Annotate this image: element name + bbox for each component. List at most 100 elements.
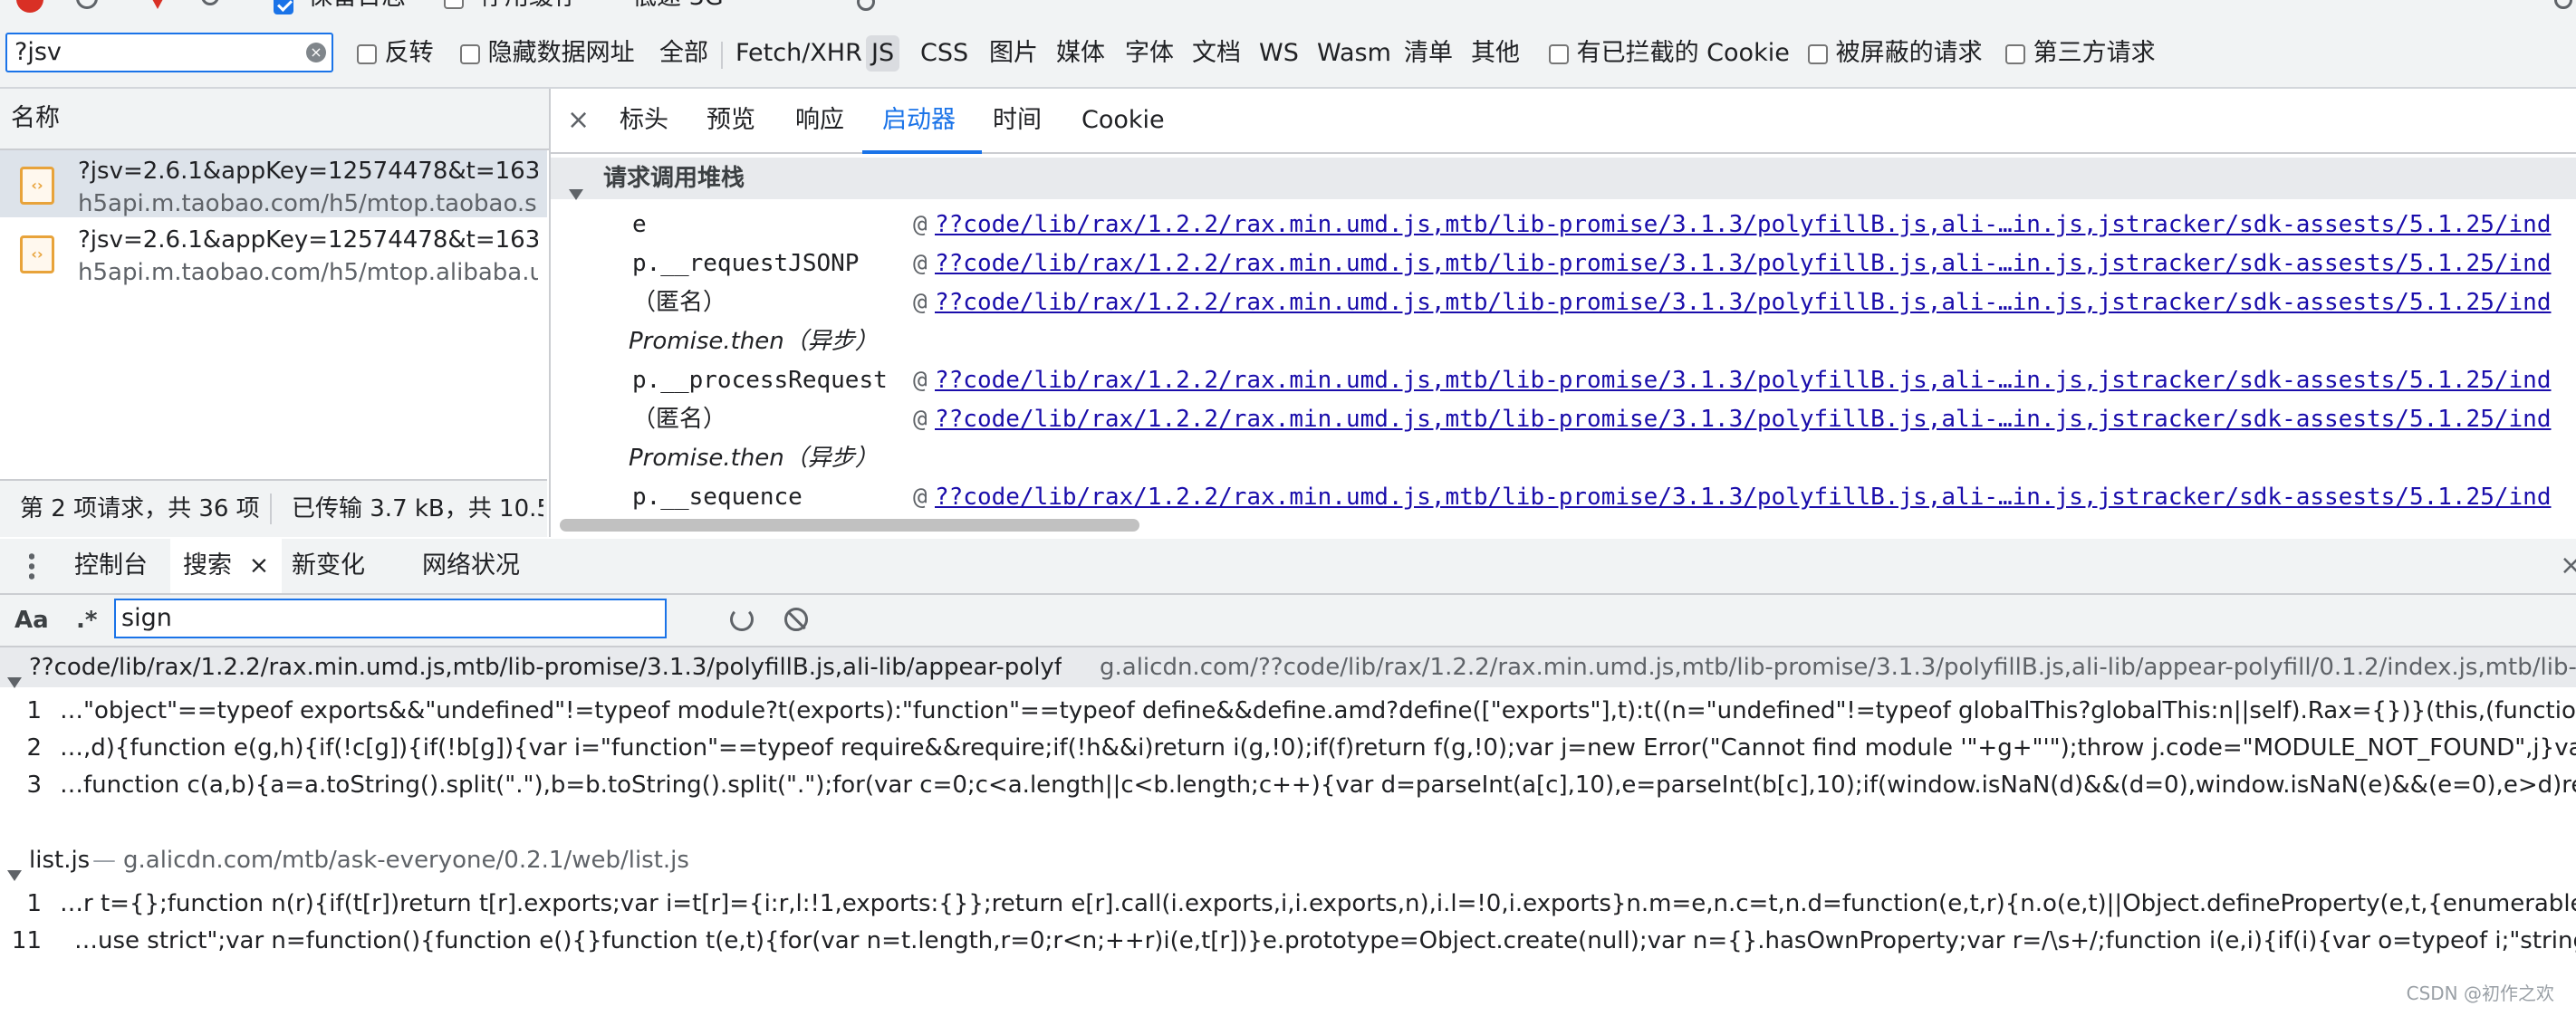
- throttle-select[interactable]: 低速 3G: [632, 0, 724, 13]
- third-party-filter[interactable]: 第三方请求: [2005, 35, 2156, 72]
- drawer-tabbar: 控制台 搜索 × 新变化 网络状况 ×: [0, 539, 2576, 595]
- detail-tabbar: × 标头 预览 响应 启动器 时间 Cookie: [551, 89, 2576, 154]
- type-filter-all[interactable]: 全部: [654, 35, 714, 72]
- type-filter-ws[interactable]: WS: [1254, 35, 1304, 72]
- filter-funnel-icon[interactable]: [147, 0, 168, 9]
- drawer-tab-console[interactable]: 控制台: [74, 539, 148, 593]
- result-match-line[interactable]: 2 …,d){function e(g,h){if(!c[g]){if(!b[g]…: [0, 730, 2576, 766]
- clear-icon[interactable]: [76, 0, 98, 9]
- result-match-line[interactable]: 11 …use strict";var n=function(){function…: [0, 923, 2576, 959]
- record-button[interactable]: [16, 0, 43, 13]
- tab-headers[interactable]: 标头: [620, 89, 668, 152]
- result-match-line[interactable]: 1 …"object"==typeof exports&&"undefined"!…: [0, 693, 2576, 729]
- filter-bar: ?jsv × 反转 隐藏数据网址 全部 Fetch/XHR JS CSS 图片 …: [0, 18, 2576, 87]
- line-number: 1: [26, 697, 42, 724]
- invert-checkbox[interactable]: [357, 43, 377, 64]
- frame-function-name: Promise.then（异步）: [629, 328, 879, 355]
- type-filter-media[interactable]: 媒体: [1051, 35, 1110, 72]
- frame-source-link[interactable]: ??code/lib/rax/1.2.2/rax.min.umd.js,mtb/…: [935, 399, 2551, 439]
- drawer-tab-search-label: 搜索: [183, 551, 232, 580]
- frame-function-name: （匿名）: [632, 289, 727, 316]
- close-drawer-icon[interactable]: ×: [2560, 539, 2576, 593]
- watermark: CSDN @初作之欢: [2406, 982, 2554, 1004]
- frame-at-sign: @: [913, 367, 928, 394]
- blocked-cookies-checkbox[interactable]: [1549, 43, 1569, 64]
- status-divider: [270, 494, 272, 524]
- tab-preview[interactable]: 预览: [706, 89, 755, 152]
- type-filter-css[interactable]: CSS: [915, 35, 974, 72]
- invert-filter[interactable]: 反转: [357, 35, 434, 72]
- filter-input[interactable]: ?jsv ×: [5, 33, 333, 72]
- match-case-toggle[interactable]: Aa: [14, 595, 49, 646]
- transfer-size: 已传输 3.7 kB，共 10.5: [292, 495, 543, 522]
- refresh-icon[interactable]: [730, 608, 754, 631]
- drawer-tab-network-conditions[interactable]: 网络状况: [422, 539, 520, 593]
- async-boundary: Promise.then（异步）: [551, 438, 2576, 478]
- type-filter-other[interactable]: 其他: [1466, 35, 1525, 72]
- hide-data-urls-checkbox[interactable]: [460, 43, 480, 64]
- frame-function-name: Promise.then（异步）: [629, 445, 879, 472]
- result-file-header[interactable]: list.js — g.alicdn.com/mtb/ask-everyone/0.…: [0, 840, 2576, 881]
- clear-filter-icon[interactable]: ×: [306, 43, 326, 62]
- horizontal-scrollbar[interactable]: [560, 519, 1139, 532]
- frame-source-link[interactable]: ??code/lib/rax/1.2.2/rax.min.umd.js,mtb/…: [935, 477, 2551, 517]
- search-input[interactable]: sign: [114, 599, 667, 638]
- blocked-requests-checkbox[interactable]: [1808, 43, 1828, 64]
- frame-function-name: p.__processRequest: [632, 367, 888, 394]
- frame-at-sign: @: [913, 289, 928, 316]
- search-icon[interactable]: [201, 0, 219, 5]
- type-filter-img[interactable]: 图片: [984, 35, 1043, 72]
- tab-timing[interactable]: 时间: [993, 89, 1042, 152]
- stack-frame: e @ ??code/lib/rax/1.2.2/rax.min.umd.js,mt…: [551, 205, 2576, 244]
- request-row[interactable]: ‹› ?jsv=2.6.1&appKey=12574478&t=16384… h…: [0, 150, 547, 217]
- type-filter-fetch-xhr[interactable]: Fetch/XHR: [730, 35, 868, 72]
- regex-toggle[interactable]: .*: [76, 595, 97, 646]
- type-filter-wasm[interactable]: Wasm: [1312, 35, 1397, 72]
- type-filter-js[interactable]: JS: [866, 35, 900, 72]
- third-party-checkbox[interactable]: [2005, 43, 2025, 64]
- line-number: 11: [11, 927, 42, 954]
- close-detail-icon[interactable]: ×: [567, 89, 590, 152]
- frame-source-link[interactable]: ??code/lib/rax/1.2.2/rax.min.umd.js,mtb/…: [935, 360, 2551, 400]
- request-count: 第 2 项请求，共 36 项: [20, 495, 260, 522]
- request-status-bar: 第 2 项请求，共 36 项 已传输 3.7 kB，共 10.5: [0, 479, 547, 537]
- drawer-tab-search[interactable]: 搜索 ×: [170, 539, 283, 593]
- tab-initiator[interactable]: 启动器: [882, 89, 956, 152]
- tab-cookies[interactable]: Cookie: [1081, 89, 1165, 152]
- line-number: 2: [26, 734, 42, 762]
- blocked-requests-filter[interactable]: 被屏蔽的请求: [1808, 35, 1983, 72]
- call-stack-section-header[interactable]: 请求调用堆栈: [551, 158, 2576, 200]
- name-column-header[interactable]: 名称: [0, 89, 549, 150]
- request-row[interactable]: ‹› ?jsv=2.6.1&appKey=12574478&t=16384… h…: [0, 219, 547, 286]
- tab-response[interactable]: 响应: [795, 89, 844, 152]
- network-conditions-icon[interactable]: [857, 0, 875, 11]
- frame-source-link[interactable]: ??code/lib/rax/1.2.2/rax.min.umd.js,mtb/…: [935, 283, 2551, 322]
- hide-data-urls-label: 隐藏数据网址: [487, 39, 635, 67]
- result-match-line[interactable]: 3 …function c(a,b){a=a.toString().split("…: [0, 767, 2576, 803]
- close-search-tab-icon[interactable]: ×: [249, 551, 270, 580]
- invert-label: 反转: [384, 39, 434, 67]
- match-text: …use strict";var n=function(){function e…: [74, 927, 2576, 954]
- type-filter-font[interactable]: 字体: [1120, 35, 1179, 72]
- line-number: 1: [26, 890, 42, 917]
- result-file-header[interactable]: ??code/lib/rax/1.2.2/rax.min.umd.js,mtb/…: [0, 647, 2576, 688]
- frame-source-link[interactable]: ??code/lib/rax/1.2.2/rax.min.umd.js,mtb/…: [935, 205, 2551, 244]
- drawer-menu-icon[interactable]: [29, 551, 34, 580]
- type-filter-doc[interactable]: 文档: [1187, 35, 1246, 72]
- frame-at-sign: @: [913, 250, 928, 277]
- drawer-tab-changes[interactable]: 新变化: [292, 539, 365, 593]
- request-list-panel: 名称 ‹› ?jsv=2.6.1&appKey=12574478&t=16384…: [0, 89, 551, 537]
- clear-search-icon[interactable]: [784, 608, 808, 631]
- frame-function-name: e: [632, 211, 647, 238]
- type-filter-manifest[interactable]: 清单: [1399, 35, 1458, 72]
- request-detail-panel: × 标头 预览 响应 启动器 时间 Cookie 请求调用堆栈 e @ ??code…: [551, 89, 2576, 537]
- active-tab-indicator: [862, 150, 982, 154]
- match-text: …"object"==typeof exports&&"undefined"!=…: [60, 697, 2576, 724]
- settings-gear-icon[interactable]: [2554, 0, 2572, 9]
- result-match-line[interactable]: 1 …r t={};function n(r){if(t[r])return t[…: [0, 886, 2576, 922]
- hide-data-urls-filter[interactable]: 隐藏数据网址: [460, 35, 635, 72]
- blocked-cookies-filter[interactable]: 有已拦截的 Cookie: [1549, 35, 1790, 72]
- disable-cache-checkbox[interactable]: [444, 0, 464, 9]
- frame-source-link[interactable]: ??code/lib/rax/1.2.2/rax.min.umd.js,mtb/…: [935, 244, 2551, 283]
- preserve-log-checkbox[interactable]: [274, 0, 293, 14]
